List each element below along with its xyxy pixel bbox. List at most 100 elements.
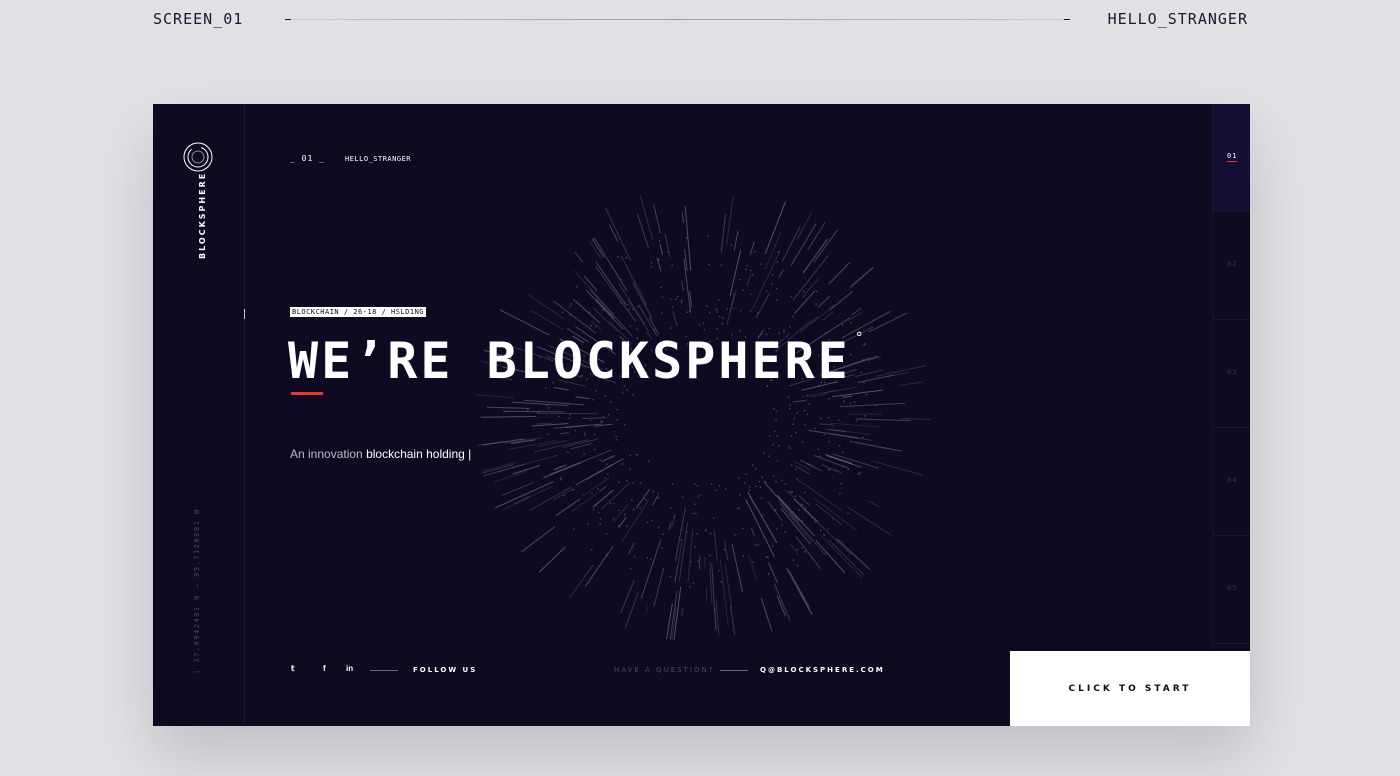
starburst-ray xyxy=(683,258,692,313)
starburst-ray xyxy=(552,300,597,334)
starburst-particle xyxy=(592,398,594,401)
starburst-particle xyxy=(526,409,529,411)
starburst-particle xyxy=(583,453,585,455)
starburst-particle xyxy=(680,299,683,302)
starburst-particle xyxy=(732,307,735,310)
starburst-particle xyxy=(774,509,777,511)
starburst-particle xyxy=(650,265,653,268)
starburst-particle xyxy=(748,486,751,488)
starburst-particle xyxy=(651,519,653,522)
starburst-ray xyxy=(873,460,923,476)
starburst-particle xyxy=(770,283,773,286)
start-button[interactable]: CLICK TO START xyxy=(1010,651,1250,726)
starburst-ray xyxy=(778,268,785,278)
page-nav-item-02[interactable]: 02 xyxy=(1213,212,1250,320)
starburst-particle xyxy=(597,488,599,490)
progress-line xyxy=(285,19,1070,20)
starburst-particle xyxy=(705,529,707,532)
starburst-particle xyxy=(749,269,752,272)
starburst-ray xyxy=(670,513,676,529)
starburst-particle xyxy=(650,261,653,264)
starburst-particle xyxy=(737,507,739,510)
starburst-particle xyxy=(696,485,699,487)
starburst-particle xyxy=(681,496,684,499)
starburst-particle xyxy=(716,328,718,330)
page-nav-item-03[interactable]: 03 xyxy=(1213,320,1250,428)
starburst-particle xyxy=(788,445,790,448)
starburst-particle xyxy=(702,322,705,325)
starburst-particle xyxy=(661,296,664,299)
starburst-ray xyxy=(868,500,881,508)
twitter-icon[interactable]: 𝕥 xyxy=(291,664,295,673)
starburst-ray xyxy=(815,503,843,526)
starburst-particle xyxy=(561,311,564,314)
starburst-particle xyxy=(808,403,810,406)
starburst-particle xyxy=(625,479,628,482)
starburst-particle xyxy=(708,554,711,557)
starburst-ray xyxy=(832,453,880,469)
starburst-particle xyxy=(560,477,562,479)
starburst-particle xyxy=(569,314,572,316)
starburst-particle xyxy=(626,303,629,306)
linkedin-icon[interactable]: in xyxy=(346,664,353,673)
starburst-ray xyxy=(900,418,931,420)
logo-icon[interactable] xyxy=(183,142,213,172)
page-nav-item-04[interactable]: 04 xyxy=(1213,428,1250,536)
page-nav-item-05[interactable]: 05 xyxy=(1213,536,1250,644)
starburst-particle xyxy=(801,503,804,506)
starburst-ray xyxy=(536,422,552,425)
starburst-particle xyxy=(819,417,822,420)
starburst-ray xyxy=(802,238,828,274)
starburst-particle xyxy=(750,309,752,312)
starburst-particle xyxy=(744,473,747,475)
starburst-ray xyxy=(672,310,678,327)
starburst-particle xyxy=(767,555,769,558)
starburst-particle xyxy=(744,481,746,484)
starburst-particle xyxy=(814,520,816,523)
starburst-ray xyxy=(513,495,531,505)
starburst-particle xyxy=(746,264,748,267)
starburst-ray xyxy=(709,561,713,604)
starburst-particle xyxy=(817,448,820,451)
starburst-ray xyxy=(584,552,610,587)
starburst-particle xyxy=(718,299,720,301)
starburst-particle xyxy=(669,575,672,578)
starburst-particle xyxy=(823,433,826,436)
starburst-ray xyxy=(585,458,624,481)
email-link[interactable]: Q@BLOCKSPHERE.COM xyxy=(760,666,885,674)
starburst-ray xyxy=(595,261,627,306)
facebook-icon[interactable]: f xyxy=(323,664,326,673)
starburst-ray xyxy=(821,464,843,474)
starburst-ray xyxy=(842,395,853,398)
starburst-particle xyxy=(636,328,638,330)
starburst-particle xyxy=(783,329,785,331)
starburst-ray xyxy=(729,605,736,636)
page-nav-item-01[interactable]: 01 xyxy=(1213,104,1250,212)
starburst-ray xyxy=(749,241,755,255)
starburst-particle xyxy=(607,413,610,416)
starburst-particle xyxy=(772,443,774,446)
starburst-particle xyxy=(662,533,664,536)
starburst-ray xyxy=(570,442,592,450)
starburst-ray xyxy=(745,499,775,558)
starburst-particle xyxy=(599,459,602,462)
starburst-particle xyxy=(752,273,754,276)
starburst-particle xyxy=(669,507,672,509)
starburst-particle xyxy=(859,371,862,374)
starburst-particle xyxy=(715,489,717,492)
starburst-ray xyxy=(568,564,594,599)
starburst-particle xyxy=(841,394,844,397)
starburst-ray xyxy=(595,266,637,322)
starburst-particle xyxy=(658,240,661,242)
starburst-particle xyxy=(610,502,612,505)
starburst-particle xyxy=(548,407,551,409)
starburst-particle xyxy=(761,514,764,517)
starburst-particle xyxy=(707,234,709,237)
starburst-particle xyxy=(842,465,844,468)
starburst-particle xyxy=(790,464,793,467)
starburst-particle xyxy=(612,517,615,520)
starburst-particle xyxy=(647,460,650,462)
starburst-ray xyxy=(669,590,678,640)
starburst-particle xyxy=(847,468,849,471)
starburst-particle xyxy=(639,507,641,510)
